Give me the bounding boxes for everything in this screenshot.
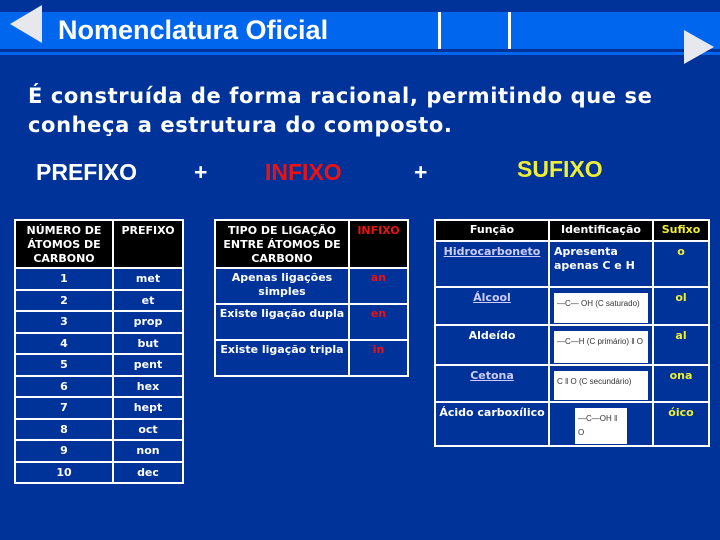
prefix-cell: met (112, 267, 184, 291)
table-row: Cetona C ‖ O (C secundário) ona (434, 364, 710, 403)
carbon-count-cell: 7 (14, 396, 114, 420)
slide-title: Nomenclatura Oficial (58, 15, 329, 45)
carbon-count-cell: 3 (14, 310, 114, 334)
infix-table: TIPO DE LIGAÇÃO ENTRE ÁTOMOS DE CARBONO … (214, 219, 409, 377)
table-row: Apenas ligações simples an (214, 267, 409, 305)
table-row: Aldeído —C—H (C primário) ‖ Oal (434, 324, 710, 366)
carbon-count-cell: 5 (14, 353, 114, 377)
title-divider (508, 12, 511, 49)
structural-formula-image: C ‖ O (C secundário) (554, 371, 648, 400)
suffix-cell: ona (652, 364, 710, 403)
column-header: Identificação (548, 219, 654, 242)
carbon-count-cell: 6 (14, 374, 114, 398)
prefix-cell: hex (112, 374, 184, 398)
carbon-count-cell: 4 (14, 331, 114, 355)
table-row: Existe ligação tripla in (214, 339, 409, 377)
table-row: 8 oct (14, 417, 184, 441)
bond-type-cell: Existe ligação tripla (214, 339, 350, 377)
bond-type-cell: Existe ligação dupla (214, 303, 350, 341)
column-header: TIPO DE LIGAÇÃO ENTRE ÁTOMOS DE CARBONO (214, 219, 350, 269)
prefix-cell: oct (112, 417, 184, 441)
suffix-cell: o (652, 240, 710, 288)
table-row: 3 prop (14, 310, 184, 334)
table-row: 2 et (14, 288, 184, 312)
identification-cell: —C— OH (C saturado) (548, 286, 654, 326)
table-row: 5 pent (14, 353, 184, 377)
plus-sign: + (194, 159, 208, 185)
identification-cell: Apresenta apenas C e H (548, 240, 654, 288)
carbon-count-cell: 8 (14, 417, 114, 441)
column-header: PREFIXO (112, 219, 184, 269)
prefix-cell: pent (112, 353, 184, 377)
plus-sign: + (414, 159, 428, 185)
suffix-cell: ol (652, 286, 710, 326)
suffix-table: Função Identificação Sufixo Hidrocarbone… (434, 219, 710, 447)
suffix-cell: óico (652, 401, 710, 447)
table-row: 7 hept (14, 396, 184, 420)
column-header: Função (434, 219, 550, 242)
infix-heading: INFIXO (265, 159, 342, 185)
carbon-count-cell: 10 (14, 460, 114, 484)
carbon-count-cell: 2 (14, 288, 114, 312)
function-cell[interactable]: Hidrocarboneto (434, 240, 550, 288)
table-row: 10 dec (14, 460, 184, 484)
table-row: Existe ligação dupla en (214, 303, 409, 341)
identification-cell: C ‖ O (C secundário) (548, 364, 654, 403)
table-row: 9 non (14, 439, 184, 463)
infix-cell: an (348, 267, 409, 305)
column-header: NÚMERO DE ÁTOMOS DE CARBONO (14, 219, 114, 269)
suffix-heading: SUFIXO (517, 156, 603, 182)
structural-formula-image: —C—H (C primário) ‖ O (554, 331, 648, 363)
carbon-count-cell: 1 (14, 267, 114, 291)
infix-cell: in (348, 339, 409, 377)
prefix-cell: dec (112, 460, 184, 484)
title-divider (438, 12, 441, 49)
structural-formula-image: —C— OH (C saturado) (554, 293, 648, 323)
bond-type-cell: Apenas ligações simples (214, 267, 350, 305)
prefix-heading: PREFIXO (36, 159, 137, 185)
suffix-cell: al (652, 324, 710, 366)
prefix-cell: hept (112, 396, 184, 420)
infix-cell: en (348, 303, 409, 341)
function-cell: Aldeído (434, 324, 550, 366)
prefix-cell: non (112, 439, 184, 463)
function-cell: Ácido carboxílico (434, 401, 550, 447)
table-row: Hidrocarboneto Apresenta apenas C e Ho (434, 240, 710, 288)
column-header: Sufixo (652, 219, 710, 242)
function-cell[interactable]: Cetona (434, 364, 550, 403)
table-row: 6 hex (14, 374, 184, 398)
prefix-table: NÚMERO DE ÁTOMOS DE CARBONO PREFIXO 1 met… (14, 219, 184, 484)
triangle-left-icon[interactable] (10, 5, 42, 43)
table-row: 4 but (14, 331, 184, 355)
prefix-cell: et (112, 288, 184, 312)
title-underline (0, 52, 720, 55)
identification-cell: —C—OH ‖ O (548, 401, 654, 447)
prefix-cell: prop (112, 310, 184, 334)
triangle-right-icon[interactable] (684, 30, 714, 64)
intro-text: É construída de forma racional, permitin… (28, 84, 653, 137)
structural-formula-image: —C—OH ‖ O (575, 408, 627, 444)
carbon-count-cell: 9 (14, 439, 114, 463)
function-cell[interactable]: Álcool (434, 286, 550, 326)
column-header: INFIXO (348, 219, 409, 269)
table-row: Ácido carboxílico —C—OH ‖ O óico (434, 401, 710, 447)
table-row: 1 met (14, 267, 184, 291)
prefix-cell: but (112, 331, 184, 355)
identification-cell: —C—H (C primário) ‖ O (548, 324, 654, 366)
table-row: Álcool —C— OH (C saturado) ol (434, 286, 710, 326)
